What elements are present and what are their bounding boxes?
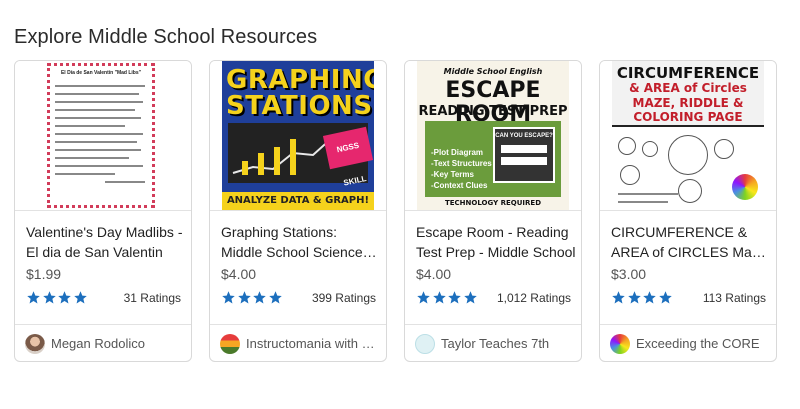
product-thumbnail[interactable]: CIRCUMFERENCE & AREA of Circles MAZE, RI… [600,61,776,211]
product-cover-image: Middle School English ESCAPE ROOM READIN… [417,61,569,210]
seller-name[interactable]: Megan Rodolico [51,336,185,351]
star-rating [26,290,88,306]
seller-row[interactable]: Megan Rodolico [15,324,191,361]
section-title: Explore Middle School Resources [14,26,318,48]
star-icon [627,291,641,304]
product-title[interactable]: CIRCUMFERENCE & AREA of CIRCLES Maze, Ri… [611,222,771,262]
star-icon [448,291,461,304]
seller-avatar [220,334,240,354]
star-rating [416,290,478,306]
resource-card[interactable]: GRAPHING STATIONS NGSS SKILL ANALYZE DAT… [209,60,387,362]
star-rating [611,290,673,306]
product-thumbnail[interactable]: El Día de San Valentín "Mad Libs" [15,61,191,211]
star-icon [268,291,282,304]
product-price: $4.00 [416,266,452,282]
star-icon [417,291,430,304]
product-price: $3.00 [611,266,647,282]
product-title[interactable]: Valentine's Day Madlibs - El dia de San … [26,222,186,262]
product-thumbnail[interactable]: Middle School English ESCAPE ROOM READIN… [405,61,581,211]
star-icon [612,291,625,304]
product-cover-image: El Día de San Valentín "Mad Libs" [45,61,157,210]
ratings-count[interactable]: 399 Ratings [312,291,376,305]
seller-name[interactable]: Taylor Teaches 7th [441,336,575,351]
seller-row[interactable]: Taylor Teaches 7th [405,324,581,361]
ratings-count[interactable]: 113 Ratings [703,291,766,305]
product-title[interactable]: Escape Room - Reading Test Prep - Middle… [416,222,576,262]
star-icon [237,291,251,304]
star-icon [658,291,672,304]
resource-card[interactable]: El Día de San Valentín "Mad Libs" Valent… [14,60,192,362]
product-thumbnail[interactable]: GRAPHING STATIONS NGSS SKILL ANALYZE DAT… [210,61,386,211]
product-price: $1.99 [26,266,62,282]
seller-name[interactable]: Instructomania with Mrs ... [246,336,380,351]
ratings-count[interactable]: 31 Ratings [124,291,181,305]
star-icon [58,291,71,304]
product-title[interactable]: Graphing Stations: Middle School Science… [221,222,381,262]
star-icon [463,291,477,304]
product-cover-image: CIRCUMFERENCE & AREA of Circles MAZE, RI… [612,61,764,210]
seller-name[interactable]: Exceeding the CORE [636,336,770,351]
seller-avatar [610,334,630,354]
star-icon [253,291,266,304]
star-icon [27,291,40,304]
star-icon [222,291,235,304]
resource-cards: El Día de San Valentín "Mad Libs" Valent… [14,60,787,362]
resource-card[interactable]: Middle School English ESCAPE ROOM READIN… [404,60,582,362]
star-icon [73,291,87,304]
product-price: $4.00 [221,266,257,282]
star-rating [221,290,283,306]
product-cover-image: GRAPHING STATIONS NGSS SKILL ANALYZE DAT… [222,61,374,210]
star-icon [42,291,56,304]
star-icon [432,291,446,304]
seller-row[interactable]: Exceeding the CORE [600,324,776,361]
seller-avatar [415,334,435,354]
seller-avatar [25,334,45,354]
seller-row[interactable]: Instructomania with Mrs ... [210,324,386,361]
resource-card[interactable]: CIRCUMFERENCE & AREA of Circles MAZE, RI… [599,60,777,362]
star-icon [643,291,656,304]
ratings-count[interactable]: 1,012 Ratings [497,291,571,305]
